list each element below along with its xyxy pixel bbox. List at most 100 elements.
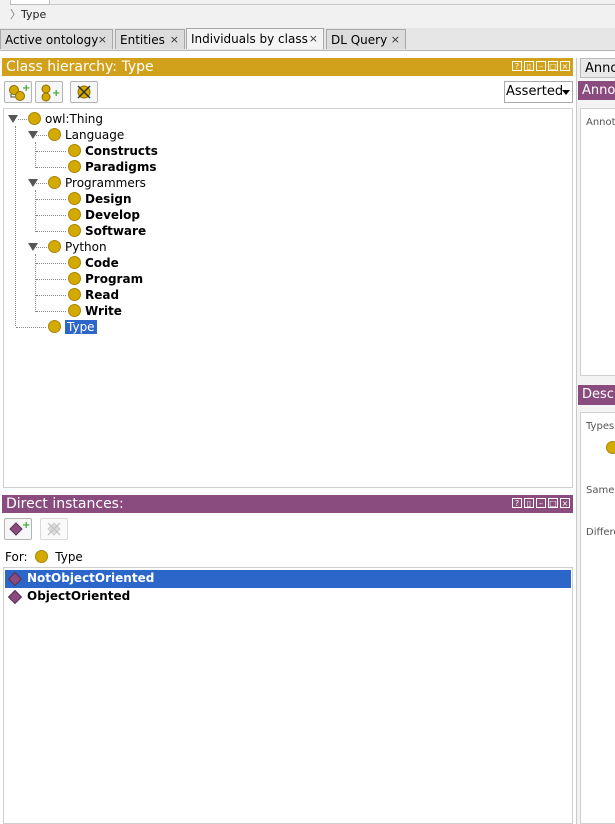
class-icon xyxy=(68,192,81,205)
list-item-label[interactable]: NotObjectOriented xyxy=(27,571,154,585)
close-icon[interactable]: × xyxy=(560,498,570,508)
tree-connector xyxy=(36,183,47,184)
class-icon xyxy=(28,112,41,125)
tree-connector xyxy=(36,247,47,248)
class-icon xyxy=(48,128,61,141)
help-icon[interactable]: ? xyxy=(512,61,522,71)
tab-label[interactable]: Individuals by class xyxy=(191,32,308,46)
maximize-icon[interactable]: □ xyxy=(548,61,558,71)
tree-node-label[interactable]: Python xyxy=(65,240,107,254)
delete-class-button[interactable] xyxy=(70,81,98,103)
svg-text:+: + xyxy=(52,88,60,99)
view-mode-value[interactable]: Asserted xyxy=(506,84,563,99)
class-icon xyxy=(68,160,81,173)
class-hierarchy-title: Class hierarchy: Type xyxy=(6,59,154,75)
tree-node-programmers[interactable]: Programmers xyxy=(48,175,146,191)
tree-node-label-selected[interactable]: Type xyxy=(65,320,97,334)
tree-node-python[interactable]: Python xyxy=(48,239,107,255)
add-subclass-button[interactable]: + xyxy=(4,81,32,103)
tab-label[interactable]: DL Query xyxy=(331,33,387,47)
tree-node-label[interactable]: Software xyxy=(85,224,146,238)
tree-node-label[interactable]: Read xyxy=(85,288,119,302)
tab-individuals-by-class[interactable]: Individuals by class × xyxy=(186,28,324,49)
tree-node-label[interactable]: Design xyxy=(85,192,132,206)
list-item-label[interactable]: ObjectOriented xyxy=(27,589,130,603)
tree-connector xyxy=(36,151,66,152)
instances-for-row: For: Type xyxy=(5,548,83,564)
tree-node-label[interactable]: Code xyxy=(85,256,119,270)
for-class-name: Type xyxy=(55,550,83,564)
breadcrumb[interactable]: 〉Type xyxy=(10,6,46,22)
tree-node-label[interactable]: Programmers xyxy=(65,176,146,190)
tree-connector xyxy=(36,135,47,136)
add-individual-button[interactable]: + xyxy=(4,518,32,540)
help-icon[interactable]: ? xyxy=(512,498,522,508)
view-mode-select[interactable]: Asserted xyxy=(504,81,573,103)
tree-node-constructs[interactable]: Constructs xyxy=(68,143,158,159)
class-icon xyxy=(48,240,61,253)
tree-node-label[interactable]: Paradigms xyxy=(85,160,157,174)
add-individual-icon: + xyxy=(9,520,30,536)
tab-label[interactable]: Active ontology xyxy=(5,33,98,47)
class-icon xyxy=(68,304,81,317)
close-icon[interactable]: × xyxy=(170,30,179,50)
description-header: Desc xyxy=(578,385,615,405)
tree-connector xyxy=(36,199,66,200)
tree-node-language[interactable]: Language xyxy=(48,127,124,143)
tree-node-software[interactable]: Software xyxy=(68,223,146,239)
tab-label[interactable]: Annot xyxy=(585,61,615,76)
close-icon[interactable]: × xyxy=(98,30,107,50)
close-icon[interactable]: × xyxy=(560,61,570,71)
tree-connector xyxy=(35,142,36,168)
tree-node-label[interactable]: Develop xyxy=(85,208,140,222)
tree-connector xyxy=(36,295,66,296)
tree-node-design[interactable]: Design xyxy=(68,191,132,207)
tree-node-label[interactable]: Constructs xyxy=(85,144,158,158)
tab-label[interactable]: Entities xyxy=(120,33,165,47)
chevron-down-icon[interactable] xyxy=(562,90,570,95)
split-icon[interactable]: ▯ xyxy=(524,498,534,508)
list-item-selected[interactable]: NotObjectOriented xyxy=(5,570,571,588)
tab-active-ontology[interactable]: Active ontology × xyxy=(0,29,113,49)
annotations-label: Annot xyxy=(586,117,615,128)
maximize-icon[interactable]: □ xyxy=(548,498,558,508)
collapse-arrow-icon[interactable] xyxy=(8,115,18,123)
delete-class-icon xyxy=(77,85,91,99)
minimize-icon[interactable]: – xyxy=(536,498,546,508)
class-hierarchy-header: Class hierarchy: Type ? ▯ – □ × xyxy=(2,58,573,76)
tab-annotations[interactable]: Annot xyxy=(580,58,615,78)
different-label: Differe xyxy=(586,527,615,538)
tree-node-label[interactable]: owl:Thing xyxy=(45,112,103,126)
annotations-box: Annot xyxy=(580,108,615,376)
tree-node-develop[interactable]: Develop xyxy=(68,207,140,223)
class-icon xyxy=(68,256,81,269)
tree-node-paradigms[interactable]: Paradigms xyxy=(68,159,157,175)
tree-node-type[interactable]: Type xyxy=(48,319,97,335)
tab-entities[interactable]: Entities × xyxy=(115,29,185,49)
tree-node-label[interactable]: Language xyxy=(65,128,124,142)
breadcrumb-label[interactable]: Type xyxy=(21,8,46,21)
tree-node-write[interactable]: Write xyxy=(68,303,122,319)
add-subclass-icon: + xyxy=(9,83,30,101)
close-icon[interactable]: × xyxy=(391,30,400,50)
svg-text:+: + xyxy=(22,520,30,531)
tree-connector xyxy=(36,311,66,312)
tree-node-label[interactable]: Program xyxy=(85,272,143,286)
split-icon[interactable]: ▯ xyxy=(524,61,534,71)
tab-dl-query[interactable]: DL Query × xyxy=(326,29,406,49)
delete-individual-button[interactable] xyxy=(40,518,68,540)
class-icon xyxy=(48,176,61,189)
tree-node-program[interactable]: Program xyxy=(68,271,143,287)
tree-node-code[interactable]: Code xyxy=(68,255,119,271)
close-icon[interactable]: × xyxy=(309,29,318,49)
minimize-icon[interactable]: – xyxy=(536,61,546,71)
annotations-header: Anno xyxy=(578,81,615,100)
breadcrumb-box xyxy=(10,0,50,5)
tree-connector xyxy=(36,215,66,216)
add-sibling-button[interactable]: + xyxy=(35,81,63,103)
list-item[interactable]: ObjectOriented xyxy=(5,588,571,606)
tree-node-label[interactable]: Write xyxy=(85,304,122,318)
for-label: For: xyxy=(5,550,28,564)
tree-node-read[interactable]: Read xyxy=(68,287,119,303)
tree-node-owl-thing[interactable]: owl:Thing xyxy=(28,111,103,127)
